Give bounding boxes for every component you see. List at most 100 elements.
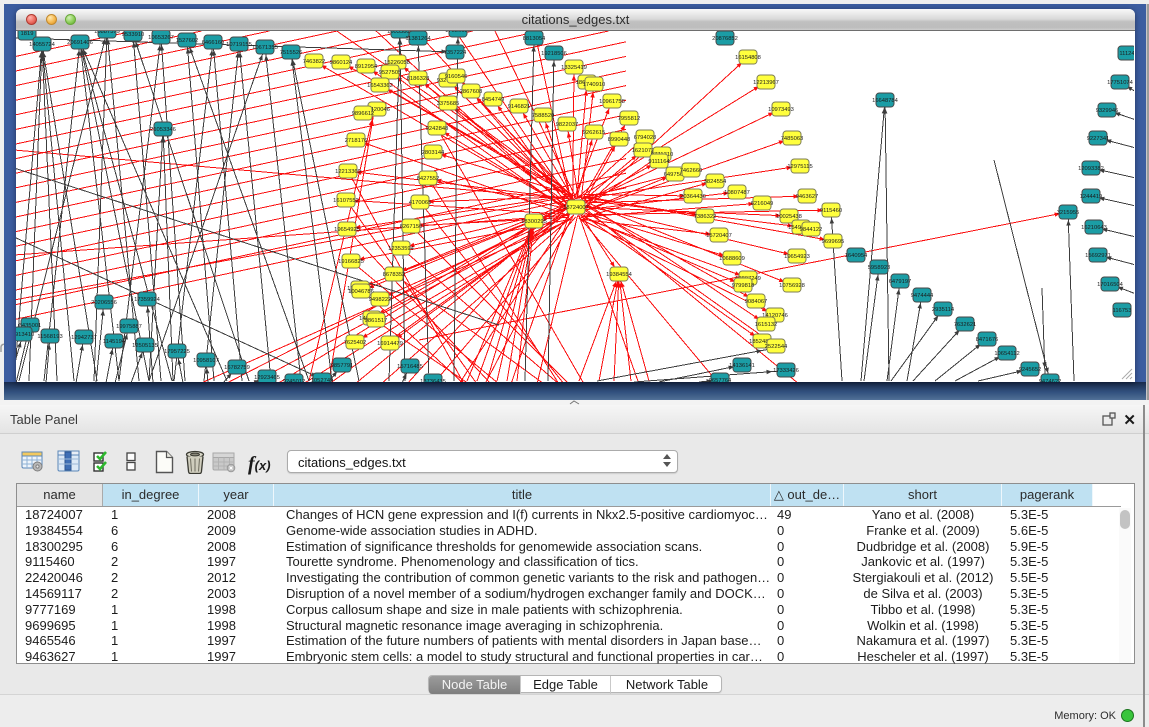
- svg-text:9844122: 9844122: [800, 227, 823, 233]
- svg-text:9111164: 9111164: [648, 159, 670, 165]
- svg-text:1819: 1819: [21, 31, 34, 37]
- svg-text:16210643: 16210643: [1081, 225, 1107, 231]
- svg-text:10887379: 10887379: [94, 31, 120, 35]
- svg-text:7955812: 7955812: [618, 116, 641, 122]
- svg-text:7462660: 7462660: [680, 168, 703, 174]
- svg-text:17957225: 17957225: [164, 349, 190, 355]
- svg-text:2522544: 2522544: [765, 344, 788, 350]
- svg-text:10973493: 10973493: [768, 107, 794, 113]
- svg-text:9160546: 9160546: [445, 74, 468, 80]
- svg-text:2867608: 2867608: [460, 89, 483, 95]
- svg-text:17586920: 17586920: [445, 31, 471, 34]
- svg-text:8267150: 8267150: [400, 224, 423, 230]
- svg-text:7515526: 7515526: [280, 50, 303, 56]
- svg-text:6216049: 6216049: [751, 201, 774, 207]
- svg-text:18724007: 18724007: [563, 205, 589, 211]
- svg-text:20691406: 20691406: [67, 40, 93, 46]
- svg-text:9533910: 9533910: [122, 32, 145, 38]
- svg-text:20364436: 20364436: [680, 194, 706, 200]
- svg-text:9657764: 9657764: [709, 378, 732, 382]
- svg-text:9245012: 9245012: [283, 379, 306, 382]
- svg-text:15716485: 15716485: [397, 364, 423, 370]
- svg-text:2803144: 2803144: [422, 150, 445, 156]
- svg-text:9329946: 9329946: [1096, 108, 1119, 114]
- svg-text:6794028: 6794028: [634, 135, 657, 141]
- svg-text:12213967: 12213967: [753, 80, 779, 86]
- svg-text:9822037: 9822037: [556, 122, 579, 128]
- svg-text:9115460: 9115460: [820, 208, 842, 214]
- svg-text:9474622: 9474622: [1039, 379, 1062, 382]
- svg-text:17751074: 17751074: [1107, 80, 1134, 86]
- svg-text:9498222: 9498222: [369, 297, 392, 303]
- svg-text:10719155: 10719155: [226, 42, 252, 48]
- svg-text:19166825: 19166825: [338, 259, 364, 265]
- svg-text:9857791: 9857791: [331, 363, 354, 369]
- svg-text:11568193: 11568193: [37, 334, 62, 340]
- svg-text:1615132: 1615132: [755, 322, 778, 328]
- svg-text:3215955: 3215955: [1057, 210, 1080, 216]
- svg-text:12353594: 12353594: [388, 246, 415, 252]
- svg-text:19218506: 19218506: [541, 51, 567, 57]
- svg-text:6479197: 6479197: [889, 279, 912, 285]
- svg-text:12923465: 12923465: [254, 375, 280, 381]
- svg-text:8912954: 8912954: [355, 64, 378, 70]
- svg-text:10046786: 10046786: [348, 289, 374, 295]
- svg-text:18300295: 18300295: [521, 219, 547, 225]
- svg-text:8186328: 8186328: [407, 76, 430, 82]
- svg-text:10654112: 10654112: [994, 351, 1019, 357]
- svg-text:116753: 116753: [1113, 308, 1132, 314]
- svg-text:16107552: 16107552: [333, 198, 359, 204]
- svg-text:1145194: 1145194: [103, 339, 126, 345]
- svg-text:12505135: 12505135: [132, 343, 158, 349]
- svg-text:1527602: 1527602: [176, 38, 199, 44]
- svg-text:17016504: 17016504: [1097, 282, 1124, 288]
- svg-text:8454749: 8454749: [482, 97, 505, 103]
- svg-text:10688609: 10688609: [719, 256, 745, 262]
- svg-text:7357224: 7357224: [444, 50, 467, 56]
- svg-text:15692971: 15692971: [1085, 253, 1111, 259]
- svg-text:16154808: 16154808: [735, 55, 761, 61]
- svg-text:1640954: 1640954: [845, 253, 868, 259]
- svg-text:17333426: 17333426: [773, 368, 799, 374]
- svg-text:8678352: 8678352: [383, 272, 406, 278]
- svg-text:7588520: 7588520: [532, 113, 555, 119]
- svg-text:19384554: 19384554: [606, 272, 633, 278]
- svg-text:20876852: 20876852: [712, 36, 738, 42]
- svg-text:3375685: 3375685: [437, 101, 460, 107]
- svg-text:10958107: 10958107: [193, 358, 219, 364]
- svg-text:12975115: 12975115: [787, 164, 812, 170]
- svg-text:21053346: 21053346: [150, 127, 176, 133]
- svg-text:9860124: 9860124: [330, 60, 353, 66]
- svg-text:9861517: 9861517: [365, 318, 388, 324]
- svg-text:12093382: 12093382: [1078, 166, 1104, 172]
- svg-text:14055724: 14055724: [29, 42, 56, 48]
- svg-text:1244419: 1244419: [1080, 194, 1103, 200]
- svg-text:11124: 11124: [1119, 51, 1134, 57]
- svg-text:12942737: 12942737: [71, 335, 97, 341]
- svg-text:9227341: 9227341: [1087, 136, 1110, 142]
- svg-text:9242848: 9242848: [426, 126, 449, 132]
- svg-text:11381264: 11381264: [405, 36, 431, 42]
- svg-text:9896612: 9896612: [352, 111, 375, 117]
- svg-text:16648784: 16648784: [872, 98, 899, 104]
- svg-text:1740910: 1740910: [583, 82, 606, 88]
- svg-text:10653267: 10653267: [148, 35, 174, 41]
- svg-text:7632621: 7632621: [954, 322, 977, 328]
- svg-text:9084067: 9084067: [745, 299, 768, 305]
- svg-text:10671355: 10671355: [252, 45, 278, 51]
- svg-text:12213369: 12213369: [335, 169, 361, 175]
- svg-text:19654923: 19654923: [784, 254, 810, 260]
- svg-text:10807487: 10807487: [724, 190, 750, 196]
- svg-text:8471676: 8471676: [976, 337, 999, 343]
- svg-text:9146821: 9146821: [508, 104, 531, 110]
- svg-text:19654925: 19654925: [334, 227, 360, 233]
- svg-text:13325419: 13325419: [561, 65, 587, 71]
- svg-text:9262615: 9262615: [583, 130, 606, 136]
- svg-text:15720407: 15720407: [706, 233, 732, 239]
- svg-text:9463627: 9463627: [796, 194, 819, 200]
- svg-text:7386322: 7386322: [694, 214, 717, 220]
- svg-text:5958923: 5958923: [868, 265, 891, 271]
- svg-text:7485063: 7485063: [781, 136, 804, 142]
- svg-text:10961758: 10961758: [599, 99, 625, 105]
- svg-text:9699695: 9699695: [822, 239, 845, 245]
